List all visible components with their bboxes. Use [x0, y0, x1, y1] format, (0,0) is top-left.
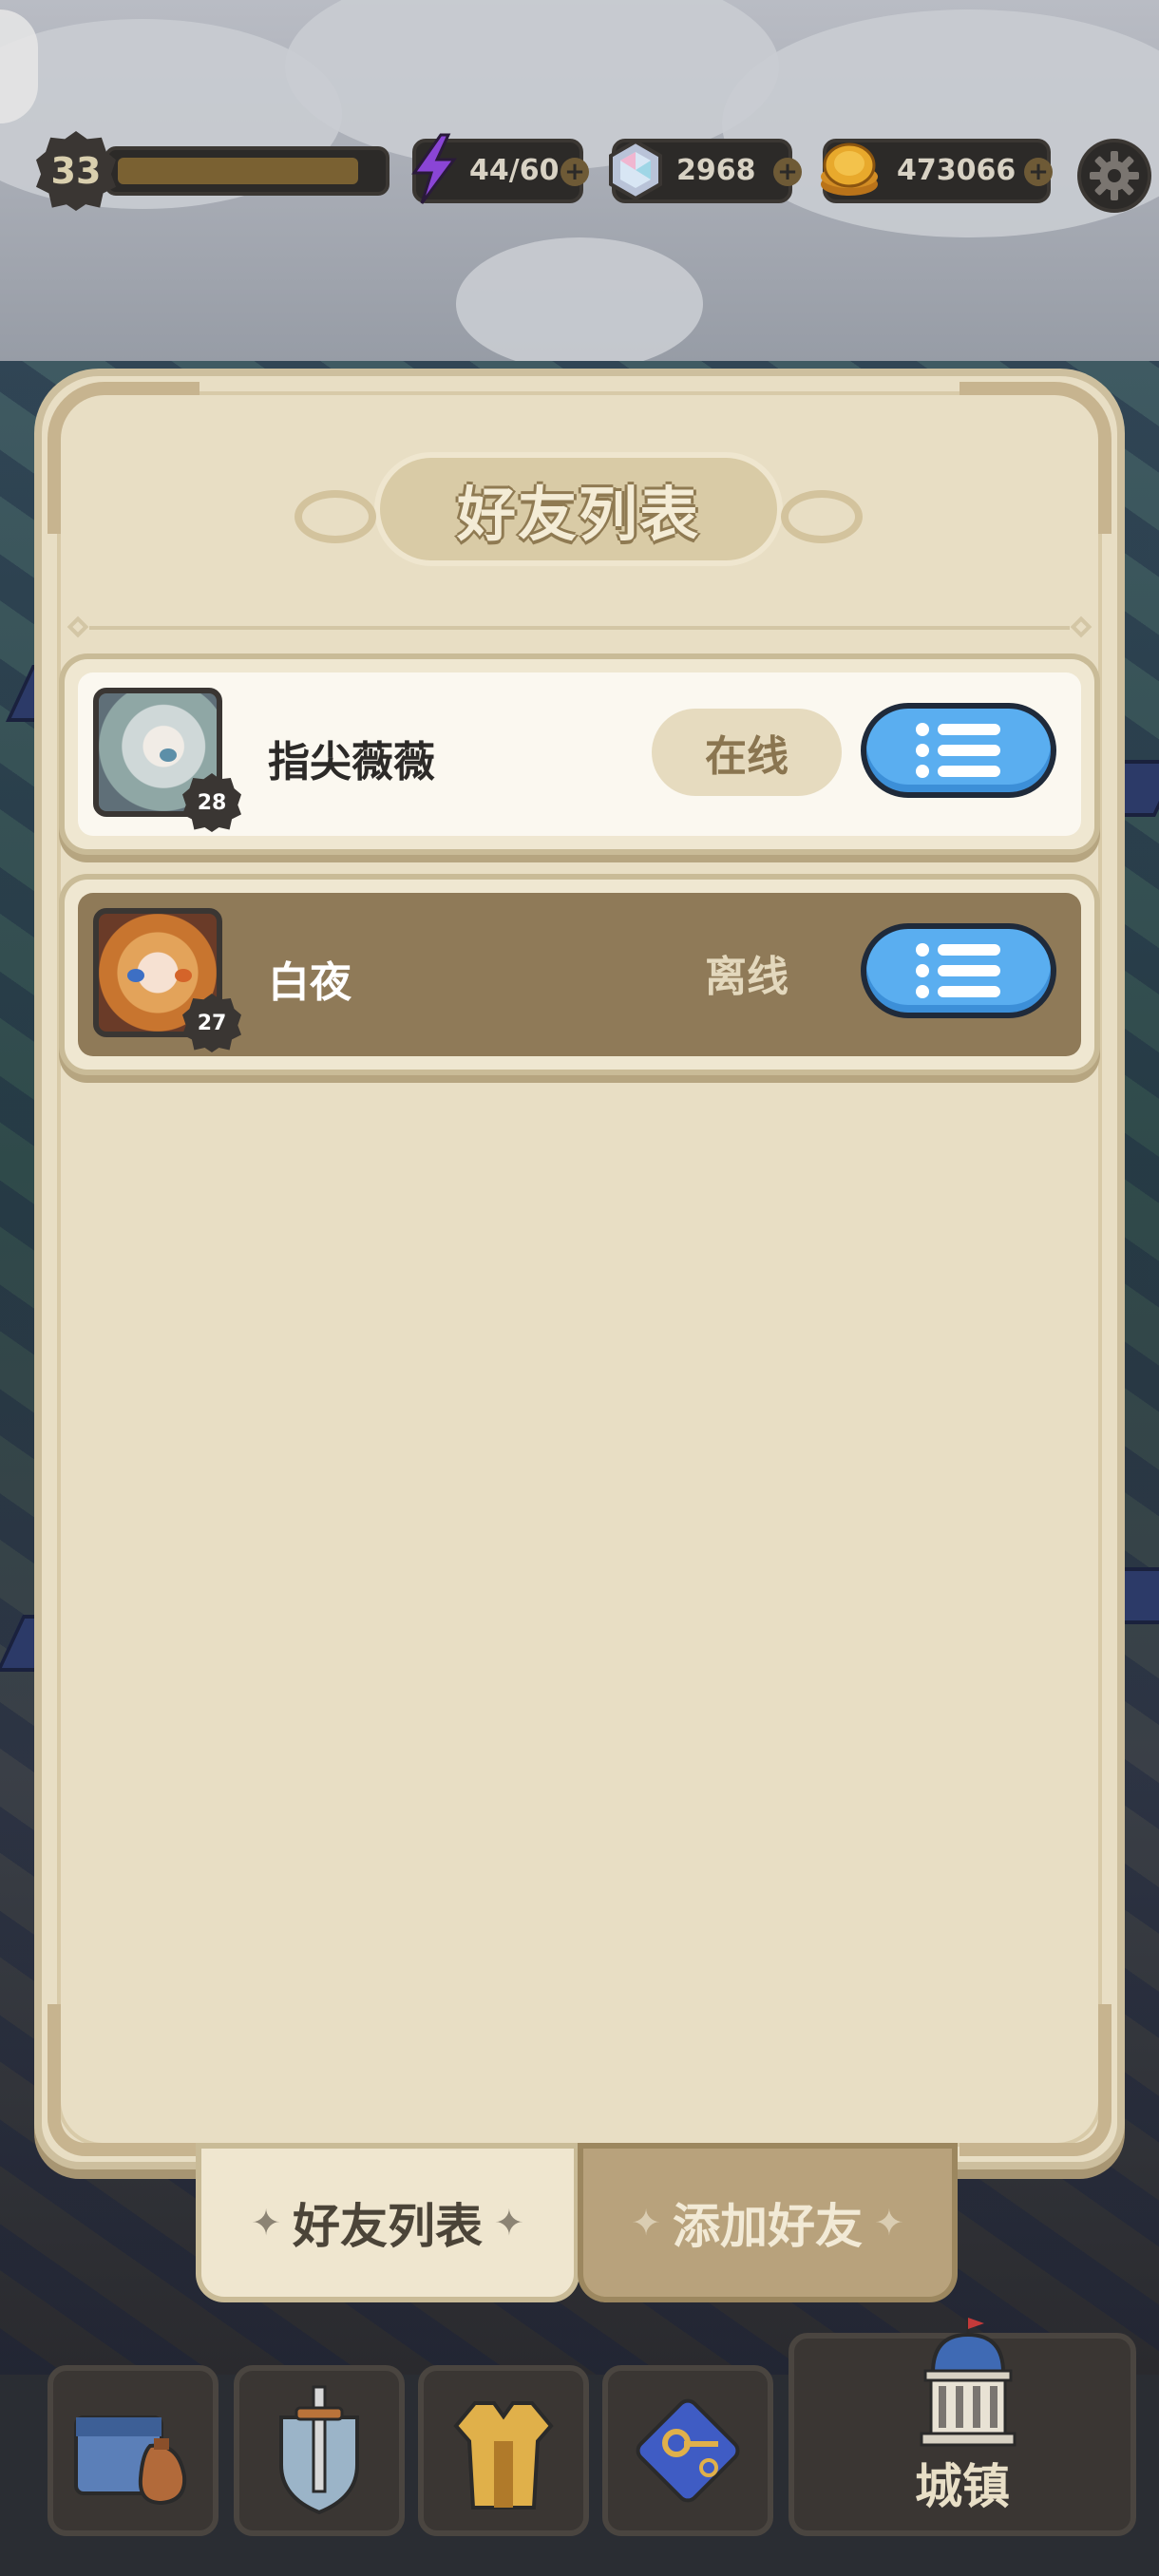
corner-ornament: [48, 382, 200, 534]
list-menu-icon: [916, 723, 1000, 778]
tab-add-friend[interactable]: ✦ 添加好友 ✦: [583, 2149, 952, 2297]
top-status-bar: 33 44/60 + 2968 + 473066 +: [0, 123, 1159, 218]
friend-level: 27: [197, 1011, 227, 1035]
friends-panel: 好友列表 28 指尖薇薇 在线 27 白夜 离线: [42, 376, 1117, 2162]
nav-skills-button[interactable]: [602, 2365, 773, 2536]
panel-title-plate: 好友列表: [294, 452, 863, 566]
friend-row[interactable]: 27 白夜 离线: [65, 880, 1094, 1070]
player-level: 33: [50, 150, 102, 192]
gold-plus-icon[interactable]: +: [1024, 158, 1053, 186]
online-status-badge: 在线: [652, 709, 842, 796]
panel-title: 好友列表: [456, 480, 700, 549]
nav-town-button[interactable]: 城镇: [788, 2318, 1136, 2536]
experience-fill: [118, 158, 358, 184]
friend-name: 白夜: [268, 958, 352, 1007]
lightning-icon: [411, 133, 457, 204]
gear-icon: [1090, 151, 1139, 200]
nav-storage-button[interactable]: [48, 2365, 218, 2536]
sword-shield-icon: [279, 2385, 359, 2515]
gem-value: 2968: [676, 154, 756, 187]
wing-ornament-icon: ✦: [251, 2202, 281, 2244]
wing-ornament-icon: ✦: [874, 2202, 904, 2244]
town-hall-icon: [920, 2318, 1016, 2447]
friend-name: 指尖薇薇: [268, 738, 435, 786]
status-text: 在线: [705, 732, 788, 781]
wing-ornament-icon: ✦: [494, 2202, 524, 2244]
gold-value: 473066: [897, 154, 1016, 187]
energy-value: 44/60: [469, 154, 560, 187]
panel-border: [57, 391, 1102, 2147]
corner-ornament: [960, 382, 1112, 534]
tab-label: 好友列表: [293, 2199, 483, 2254]
gem-icon: [609, 139, 662, 201]
gold-coins-icon: [821, 142, 878, 196]
friend-row[interactable]: 28 指尖薇薇 在线: [65, 659, 1094, 849]
friend-level: 28: [197, 790, 227, 815]
nav-equipment-button[interactable]: [234, 2365, 405, 2536]
energy-plus-icon[interactable]: +: [560, 158, 589, 186]
nav-armor-button[interactable]: [418, 2365, 589, 2536]
gem-plus-icon[interactable]: +: [773, 158, 802, 186]
corner-ornament: [48, 2004, 200, 2156]
friend-options-button[interactable]: [861, 923, 1056, 1018]
settings-button[interactable]: [1077, 139, 1151, 213]
tab-friend-list[interactable]: ✦ 好友列表 ✦: [201, 2149, 574, 2297]
player-level-badge[interactable]: 33: [36, 131, 116, 211]
status-text: 离线: [705, 953, 788, 1001]
treasure-bag-icon: [74, 2415, 187, 2506]
offline-status-label: 离线: [652, 929, 842, 1016]
cloud: [456, 237, 703, 370]
title-divider: [66, 616, 1092, 638]
list-menu-icon: [916, 943, 1000, 998]
armor-icon: [453, 2401, 554, 2510]
experience-bar: [104, 146, 390, 196]
friend-options-button[interactable]: [861, 703, 1056, 798]
tab-label: 添加好友: [673, 2199, 863, 2254]
key-rune-icon: [636, 2398, 740, 2503]
corner-ornament: [960, 2004, 1112, 2156]
wing-ornament-icon: ✦: [631, 2202, 661, 2244]
town-label: 城镇: [915, 2459, 1010, 2514]
